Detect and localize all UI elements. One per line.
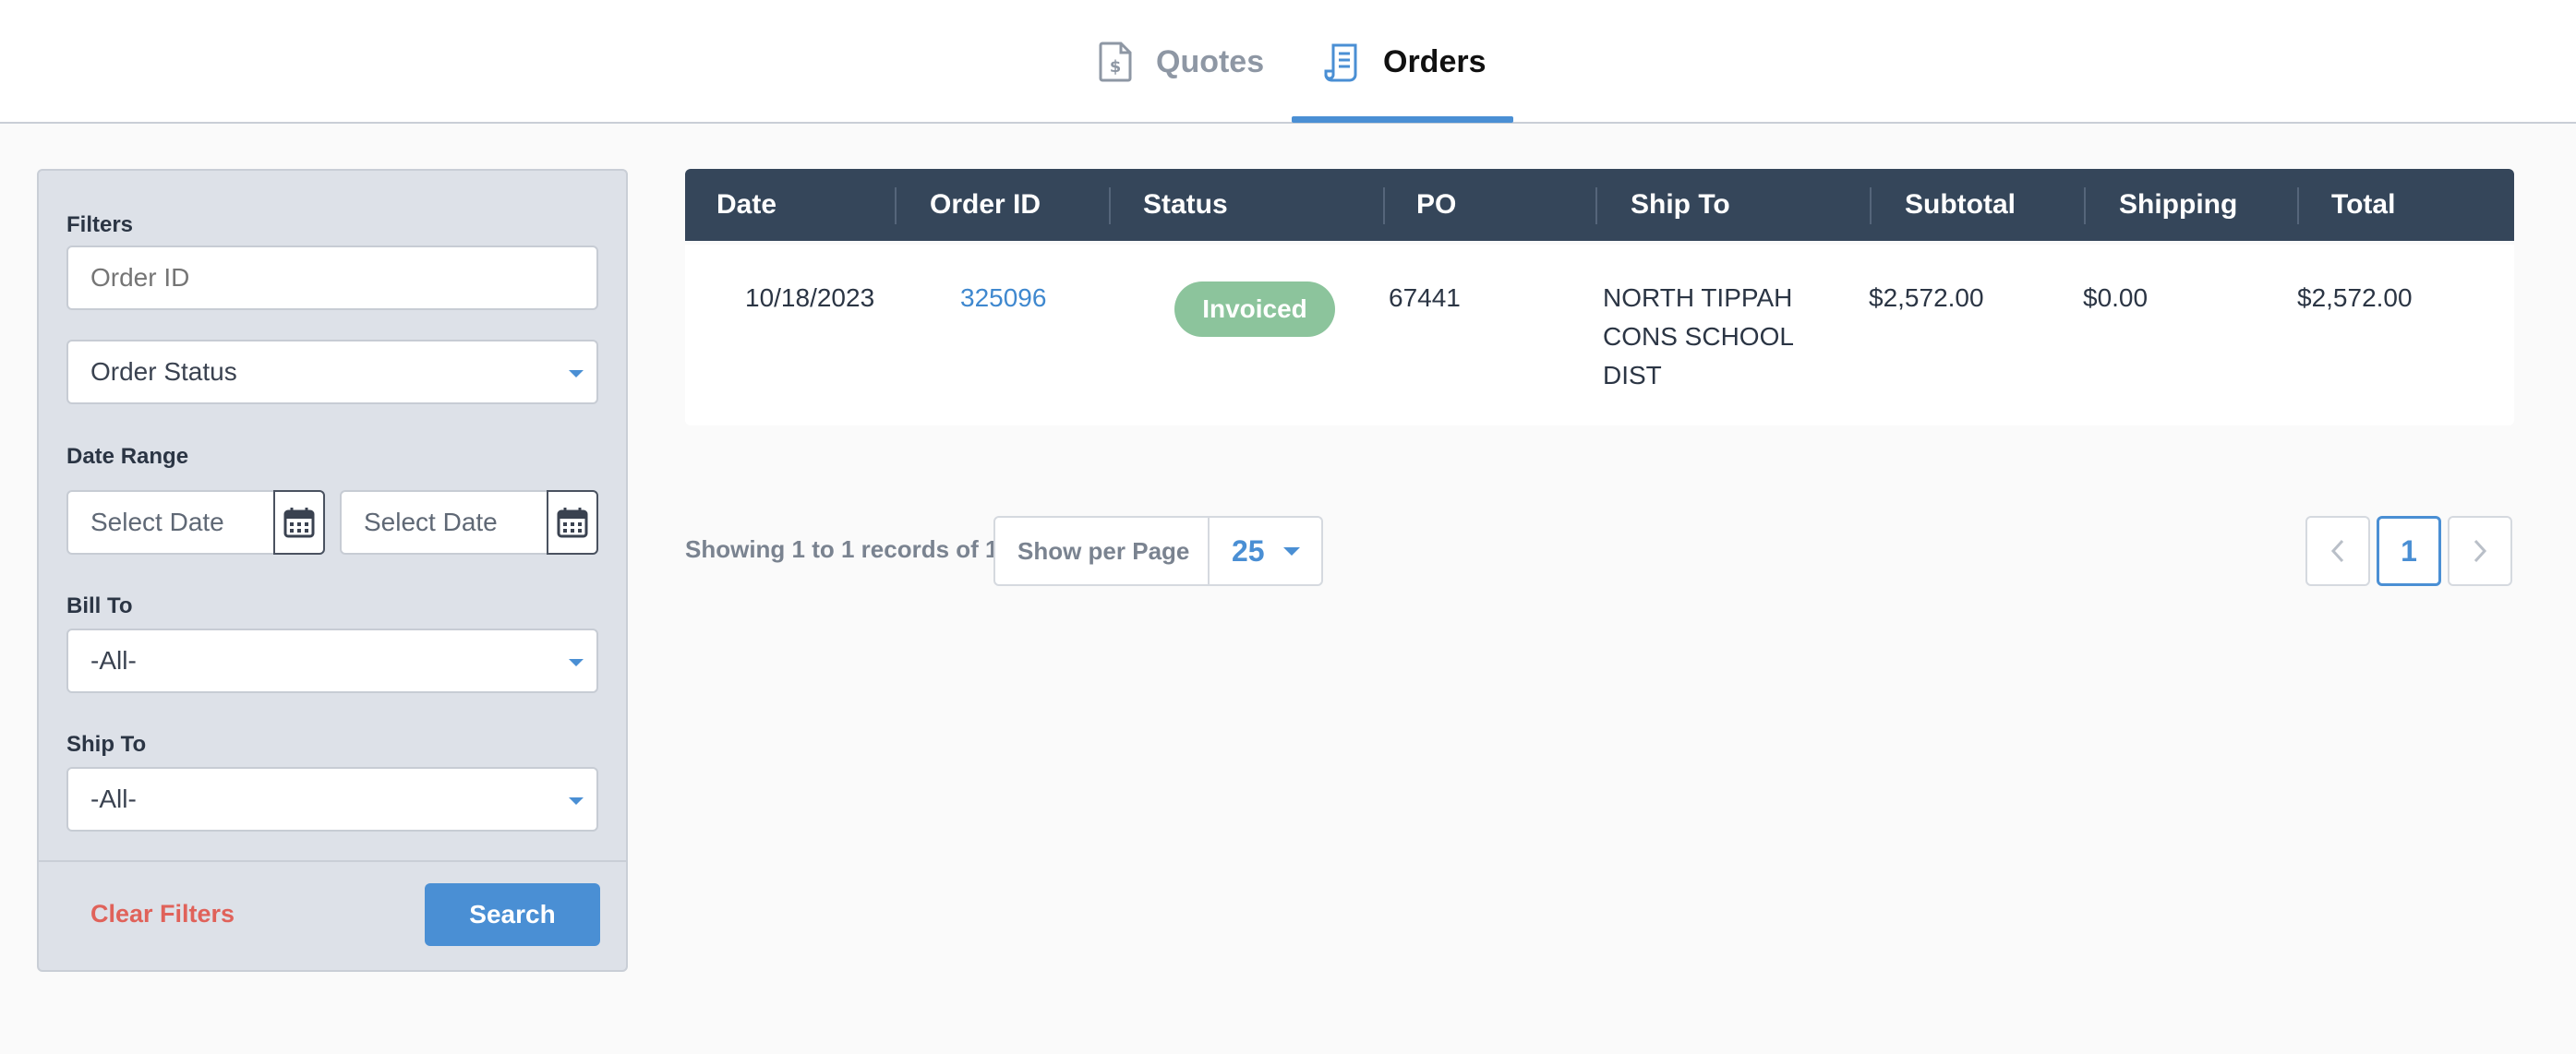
order-po: 67441 bbox=[1389, 283, 1461, 312]
receipt-icon bbox=[1324, 42, 1361, 82]
ship-to-value: -All- bbox=[90, 785, 137, 813]
column-divider bbox=[2084, 187, 2086, 224]
ship-to-line: NORTH TIPPAH bbox=[1603, 283, 1793, 312]
calendar-icon[interactable] bbox=[547, 490, 598, 555]
column-divider bbox=[895, 187, 897, 224]
chevron-down-icon bbox=[569, 370, 584, 377]
column-header-status[interactable]: Status bbox=[1143, 169, 1228, 241]
tab-orders[interactable]: Orders bbox=[1324, 0, 1487, 124]
search-button[interactable]: Search bbox=[425, 883, 600, 946]
tab-orders-label: Orders bbox=[1383, 43, 1487, 79]
column-divider bbox=[2297, 187, 2299, 224]
next-page-button[interactable] bbox=[2448, 516, 2512, 586]
calendar-icon[interactable] bbox=[273, 490, 325, 555]
date-range-label: Date Range bbox=[66, 444, 189, 469]
tab-quotes-label: Quotes bbox=[1156, 43, 1265, 79]
bill-to-select[interactable]: -All- bbox=[66, 629, 598, 693]
per-page-select[interactable]: Show per Page 25 bbox=[993, 516, 1323, 586]
per-page-divider bbox=[1208, 518, 1210, 584]
column-header-order-id[interactable]: Order ID bbox=[930, 169, 1041, 241]
bill-to-label: Bill To bbox=[66, 593, 133, 618]
svg-text:$: $ bbox=[1110, 57, 1122, 77]
filters-divider bbox=[39, 860, 626, 862]
column-header-total[interactable]: Total bbox=[2331, 169, 2395, 241]
chevron-down-icon bbox=[569, 659, 584, 666]
column-divider bbox=[1595, 187, 1597, 224]
table-row: 10/18/2023 325096 Invoiced 67441 NORTH T… bbox=[685, 245, 2514, 425]
column-header-po[interactable]: PO bbox=[1416, 169, 1456, 241]
order-status-select[interactable]: Order Status bbox=[66, 340, 598, 404]
filters-heading: Filters bbox=[66, 212, 134, 237]
date-from-placeholder: Select Date bbox=[90, 508, 224, 536]
invoice-dollar-icon: $ bbox=[1097, 42, 1134, 82]
previous-page-button[interactable] bbox=[2305, 516, 2370, 586]
order-subtotal: $2,572.00 bbox=[1869, 283, 1984, 312]
clear-filters-button[interactable]: Clear Filters bbox=[90, 900, 235, 928]
column-divider bbox=[1383, 187, 1385, 224]
date-to-placeholder: Select Date bbox=[364, 508, 498, 536]
chevron-left-icon bbox=[2330, 539, 2344, 563]
chevron-right-icon bbox=[2474, 539, 2487, 563]
ship-to-line: DIST bbox=[1603, 361, 1662, 389]
per-page-value: 25 bbox=[1232, 534, 1265, 568]
filters-panel: Filters Order Status Date Range Select D… bbox=[37, 169, 628, 972]
order-id-link[interactable]: 325096 bbox=[960, 279, 1046, 317]
order-shipping: $0.00 bbox=[2083, 283, 2149, 312]
column-header-date[interactable]: Date bbox=[716, 169, 776, 241]
page-number-button[interactable]: 1 bbox=[2377, 516, 2441, 586]
order-date: 10/18/2023 bbox=[745, 283, 875, 312]
status-badge: Invoiced bbox=[1174, 281, 1335, 337]
ship-to-select[interactable]: -All- bbox=[66, 767, 598, 832]
per-page-label: Show per Page bbox=[1017, 537, 1190, 565]
ship-to-line: CONS SCHOOL bbox=[1603, 322, 1794, 351]
bill-to-value: -All- bbox=[90, 646, 137, 675]
orders-table-header: Date Order ID Status PO Ship To Subtotal… bbox=[685, 169, 2514, 241]
column-header-subtotal[interactable]: Subtotal bbox=[1905, 169, 2016, 241]
top-tab-bar: $ Quotes Orders bbox=[0, 0, 2576, 124]
order-total: $2,572.00 bbox=[2297, 283, 2413, 312]
ship-to-label: Ship To bbox=[66, 732, 147, 757]
active-tab-indicator bbox=[1292, 116, 1513, 123]
order-id-input[interactable] bbox=[66, 246, 598, 310]
date-to-input[interactable]: Select Date bbox=[340, 490, 598, 555]
chevron-down-icon bbox=[569, 797, 584, 805]
column-divider bbox=[1870, 187, 1872, 224]
order-ship-to: NORTH TIPPAH CONS SCHOOL DIST bbox=[1603, 279, 1794, 395]
order-status-value: Order Status bbox=[90, 357, 237, 386]
chevron-down-icon bbox=[1283, 547, 1300, 556]
date-from-input[interactable]: Select Date bbox=[66, 490, 325, 555]
records-summary: Showing 1 to 1 records of 1 bbox=[685, 535, 999, 563]
column-header-ship-to[interactable]: Ship To bbox=[1631, 169, 1730, 241]
column-divider bbox=[1109, 187, 1111, 224]
column-header-shipping[interactable]: Shipping bbox=[2119, 169, 2237, 241]
tab-quotes[interactable]: $ Quotes bbox=[1097, 0, 1264, 124]
